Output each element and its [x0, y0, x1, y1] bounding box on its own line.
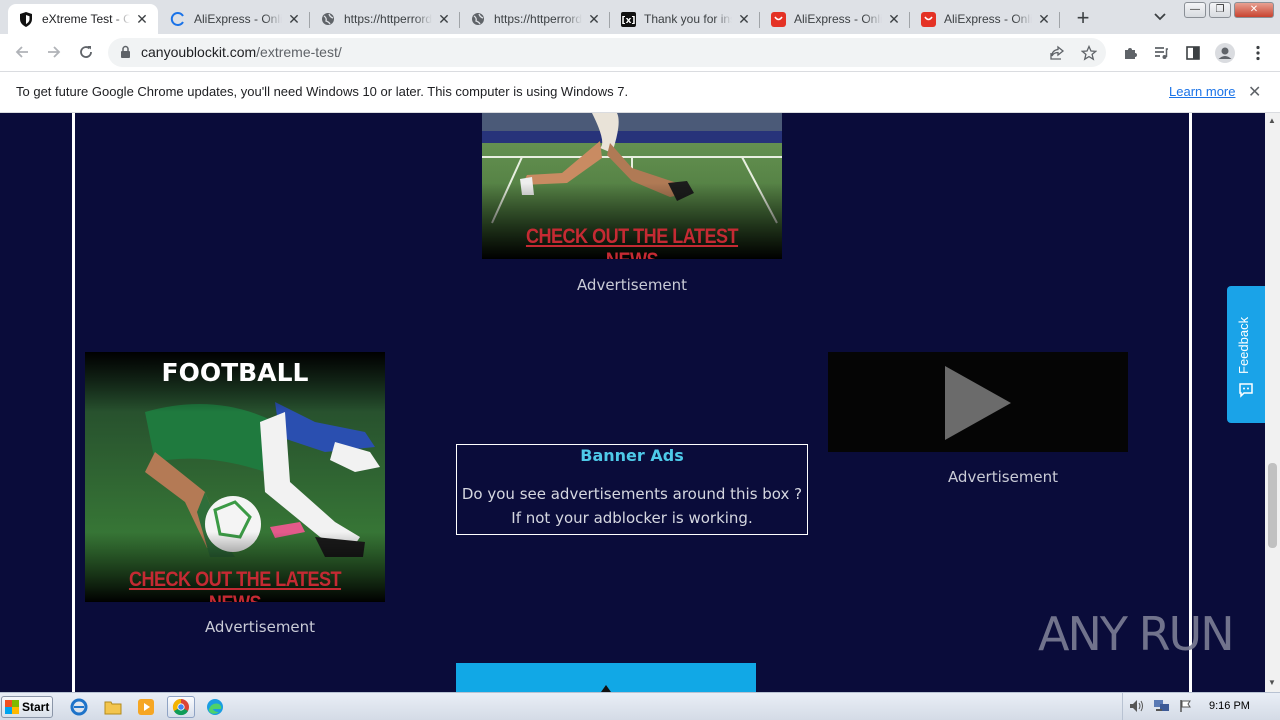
aliexpress-icon [770, 11, 786, 27]
side-panel-icon[interactable] [1183, 43, 1203, 63]
share-icon[interactable] [1048, 44, 1066, 62]
news-cta-link[interactable]: CHECK OUT THE LATEST NEWS [106, 568, 364, 602]
system-tray [1122, 693, 1280, 720]
media-control-icon[interactable] [1151, 43, 1171, 63]
back-button[interactable] [10, 40, 34, 64]
tennis-ad-image[interactable]: CHECK OUT THE LATEST NEWS [482, 113, 782, 259]
loading-spinner-icon [170, 11, 186, 27]
media-player-icon[interactable] [134, 696, 158, 718]
football-heading: FOOTBALL [161, 358, 309, 387]
action-center-flag-icon[interactable] [1179, 699, 1193, 718]
tab-title: https://httperrordetails [494, 12, 582, 26]
close-icon[interactable]: ✕ [1036, 11, 1052, 27]
update-infobar: To get future Google Chrome updates, you… [0, 71, 1280, 113]
tab-title: eXtreme Test - Can You Block It [42, 12, 130, 26]
lock-icon[interactable] [120, 45, 131, 64]
advertisement-label: Advertisement [204, 618, 316, 636]
edge-icon[interactable] [203, 696, 227, 718]
scrollbar-thumb[interactable] [1268, 463, 1277, 548]
banner-text: Do you see advertisements around this bo… [461, 485, 803, 527]
address-bar[interactable]: canyoublockit.com/extreme-test/ [108, 38, 1106, 67]
video-ad-player[interactable] [828, 352, 1128, 452]
chat-bubble-icon [1239, 383, 1253, 398]
shield-icon [18, 11, 34, 27]
infobar-message: To get future Google Chrome updates, you… [16, 84, 629, 99]
forward-button[interactable] [42, 40, 66, 64]
volume-icon[interactable] [1129, 699, 1145, 718]
close-icon[interactable]: ✕ [886, 11, 902, 27]
network-icon[interactable] [1153, 699, 1171, 718]
anyrun-watermark: ANY RUN [1038, 607, 1235, 661]
tab-aliexpress-1[interactable]: AliExpress - Online Shopping ✕ [160, 4, 310, 34]
close-icon[interactable]: ✕ [134, 11, 150, 27]
feedback-label: Feedback [1236, 316, 1251, 374]
football-scene [85, 352, 385, 602]
start-label: Start [22, 700, 50, 714]
globe-icon [320, 11, 336, 27]
tab-search-button[interactable] [1150, 9, 1170, 25]
close-icon[interactable]: ✕ [1248, 82, 1261, 102]
play-icon[interactable] [828, 352, 1128, 452]
tab-aliexpress-2[interactable]: AliExpress - Online Shopping ✕ [760, 4, 910, 34]
start-button[interactable]: Start [1, 696, 53, 718]
reload-button[interactable] [74, 40, 98, 64]
advertisement-label: Advertisement [576, 276, 688, 294]
svg-text:[x]: [x] [621, 16, 635, 26]
profile-avatar-icon[interactable] [1215, 43, 1235, 63]
tab-title: AliExpress - Online Shopping [194, 12, 282, 26]
content-border-right [1189, 113, 1192, 692]
window-close-button[interactable]: ✕ [1234, 2, 1274, 18]
close-icon[interactable]: ✕ [436, 11, 452, 27]
minimize-button[interactable]: — [1184, 2, 1206, 18]
tab-title: AliExpress - Online Shopping [794, 12, 882, 26]
feedback-button[interactable]: Feedback [1227, 286, 1265, 423]
tab-thank-you[interactable]: [x] Thank you for installing ✕ [610, 4, 760, 34]
learn-more-link[interactable]: Learn more [1169, 84, 1235, 99]
url-text: canyoublockit.com/extreme-test/ [141, 44, 342, 60]
page-scrollbar[interactable]: ▲ ▼ [1265, 113, 1280, 692]
tab-httperror-1[interactable]: https://httperrordetails ✕ [310, 4, 460, 34]
bottom-ad-image[interactable] [456, 663, 756, 692]
close-icon[interactable]: ✕ [286, 11, 302, 27]
close-icon[interactable]: ✕ [586, 11, 602, 27]
advertisement-label: Advertisement [947, 468, 1059, 486]
football-ad-image[interactable]: FOOTBALL CHECK OUT THE LATEST NEWS [85, 352, 385, 602]
tab-aliexpress-3[interactable]: AliExpress - Online Shopping ✕ [910, 4, 1060, 34]
menu-kebab-icon[interactable] [1248, 43, 1268, 63]
page-content: CHECK OUT THE LATEST NEWS Advertisement … [0, 113, 1265, 692]
banner-title: Banner Ads [580, 446, 684, 465]
aliexpress-icon [920, 11, 936, 27]
tab-httperror-2[interactable]: https://httperrordetails ✕ [460, 4, 610, 34]
tab-strip: eXtreme Test - Can You Block It ✕ AliExp… [0, 0, 1280, 34]
scroll-down-icon[interactable]: ▼ [1268, 678, 1276, 687]
windows-logo-icon [5, 700, 19, 714]
tab-extreme-test[interactable]: eXtreme Test - Can You Block It ✕ [8, 4, 158, 34]
file-explorer-icon[interactable] [101, 696, 125, 718]
tab-title: Thank you for installing [644, 12, 732, 26]
tab-title: AliExpress - Online Shopping [944, 12, 1032, 26]
scroll-up-icon[interactable]: ▲ [1268, 116, 1276, 125]
brand-icon: [x] [620, 11, 636, 27]
taskbar-clock[interactable]: 9:16 PM [1209, 700, 1250, 712]
bookmark-star-icon[interactable] [1080, 44, 1098, 62]
windows-taskbar: Start 9:16 PM [0, 692, 1280, 720]
content-border-left [72, 113, 75, 692]
extensions-icon[interactable] [1120, 43, 1140, 63]
globe-icon [470, 11, 486, 27]
restore-button[interactable]: ❐ [1209, 2, 1231, 18]
close-icon[interactable]: ✕ [736, 11, 752, 27]
browser-toolbar: canyoublockit.com/extreme-test/ [0, 34, 1280, 71]
banner-ads-box: Banner Ads Do you see advertisements aro… [456, 444, 808, 535]
news-cta-link[interactable]: CHECK OUT THE LATEST NEWS [503, 225, 761, 259]
new-tab-button[interactable]: + [1071, 7, 1095, 31]
tab-title: https://httperrordetails [344, 12, 432, 26]
ie-icon[interactable] [67, 696, 91, 718]
chrome-taskbar-icon[interactable] [167, 696, 195, 718]
